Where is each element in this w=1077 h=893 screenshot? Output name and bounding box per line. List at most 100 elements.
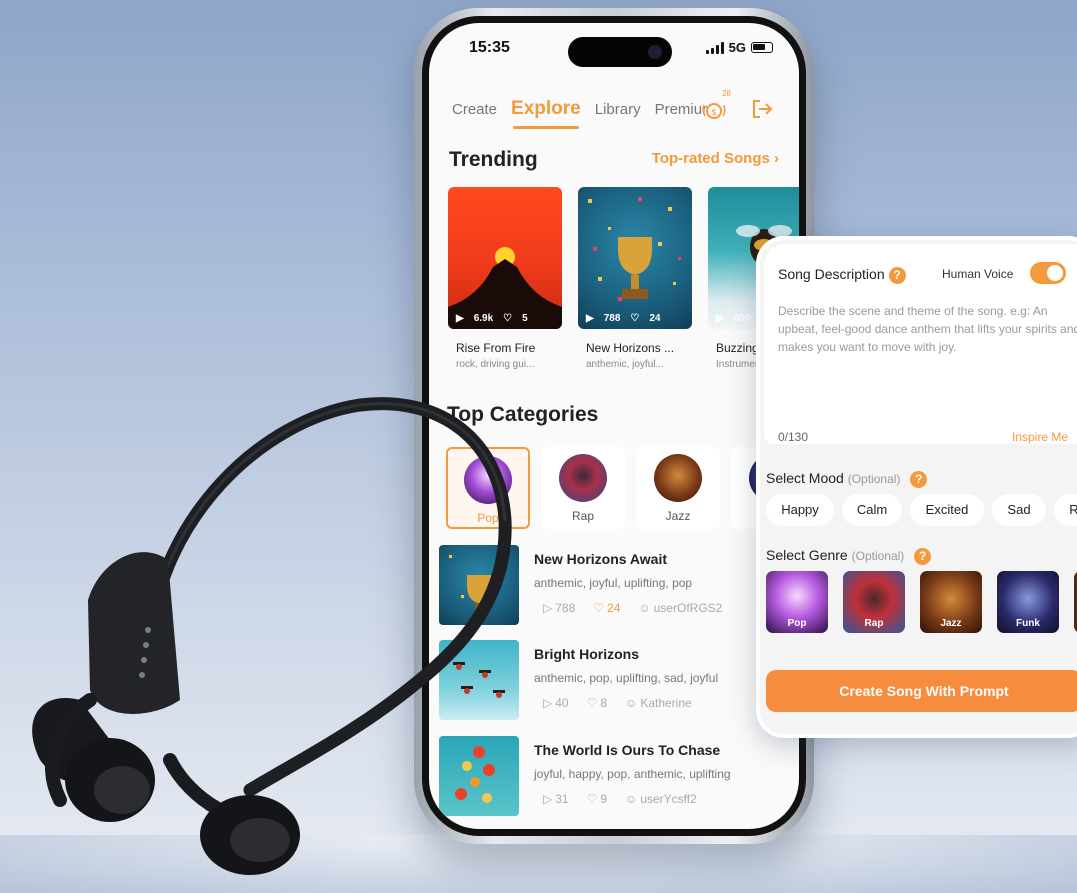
inspire-me-link[interactable]: Inspire Me: [1012, 430, 1068, 444]
genre-tile-rap[interactable]: Rap: [843, 571, 905, 633]
trending-card[interactable]: ▶ 6.9k ♡ 5 Rise From Fire rock, driving gui…: [448, 187, 562, 373]
category-image: [559, 454, 607, 502]
play-icon: ▶: [586, 313, 594, 324]
network-label: 5G: [728, 40, 746, 55]
song-plays-value: 40: [555, 696, 569, 710]
help-icon[interactable]: ?: [910, 470, 928, 488]
mood-label-text: Select Mood: [766, 470, 844, 486]
mood-chip-calm[interactable]: Calm: [842, 494, 902, 526]
top-rated-link[interactable]: Top-rated Songs ›: [652, 150, 779, 167]
heart-icon: ♡: [630, 313, 640, 324]
genre-tile-jazz[interactable]: Jazz: [920, 571, 982, 633]
mood-chip-sad[interactable]: Sad: [992, 494, 1046, 526]
song-likes-value: 24: [607, 601, 621, 615]
genre-label-text: Funk: [1016, 618, 1040, 629]
create-song-button[interactable]: Create Song With Prompt: [766, 670, 1077, 712]
chevron-right-icon: ›: [774, 150, 779, 167]
character-counter: 0/130: [778, 430, 809, 444]
trending-card-title: New Horizons ...: [586, 341, 675, 355]
trending-card-tags: anthemic, joyful...: [586, 359, 664, 370]
song-title: Bright Horizons: [534, 646, 639, 662]
trending-plays: 6.9k: [473, 313, 494, 324]
trending-likes: 5: [522, 313, 528, 324]
song-row[interactable]: New Horizons Await anthemic, joyful, upl…: [439, 545, 799, 625]
trending-plays: 600: [733, 313, 751, 324]
genre-tile-pop[interactable]: Pop: [766, 571, 828, 633]
category-label: Pop: [477, 511, 499, 525]
song-user[interactable]: ☺ userYcsff2: [625, 792, 697, 806]
status-indicators: 5G: [705, 40, 773, 55]
song-tags: anthemic, joyful, uplifting, pop: [534, 576, 693, 590]
coins-icon[interactable]: $: [701, 97, 727, 121]
mood-label: Select Mood (Optional) ?: [766, 470, 928, 488]
help-icon[interactable]: ?: [914, 547, 932, 565]
heart-icon: ♡: [586, 792, 598, 806]
song-title: The World Is Ours To Chase: [534, 742, 721, 758]
dynamic-island: [568, 37, 672, 67]
category-rap[interactable]: Rap: [541, 447, 625, 529]
song-user[interactable]: ☺ Katherine: [625, 696, 692, 710]
app-screen: 15:35 5G Create Explore Library Premiur …: [429, 23, 799, 829]
category-jazz[interactable]: Jazz: [636, 447, 720, 529]
mood-chip-excited[interactable]: Excited: [910, 494, 984, 526]
song-description-input[interactable]: [778, 302, 1077, 412]
category-image: [464, 456, 512, 504]
song-plays: ▷ 788: [543, 601, 575, 615]
song-likes[interactable]: ♡ 24: [593, 601, 620, 615]
mood-optional: (Optional): [847, 472, 901, 486]
tab-explore[interactable]: Explore: [511, 98, 581, 129]
song-plays-value: 788: [555, 601, 576, 615]
genre-optional: (Optional): [851, 549, 905, 563]
human-voice-label: Human Voice: [942, 267, 1014, 281]
song-user-value: userYcsff2: [640, 792, 697, 806]
song-user[interactable]: ☺ userOfRGS2: [638, 601, 722, 615]
song-plays: ▷ 40: [543, 696, 569, 710]
heart-icon: ♡: [503, 313, 513, 324]
genre-tile-funk[interactable]: Funk: [997, 571, 1059, 633]
play-icon: ▶: [456, 313, 464, 324]
song-row[interactable]: The World Is Ours To Chase joyful, happy…: [439, 736, 799, 816]
genre-label: Select Genre (Optional) ?: [766, 547, 932, 565]
trending-plays: 788: [603, 313, 621, 324]
trending-card-tags: rock, driving gui...: [456, 359, 535, 370]
genre-label-text: Jazz: [940, 618, 962, 629]
user-icon: ☺: [638, 601, 651, 615]
tab-create[interactable]: Create: [452, 101, 497, 118]
help-icon[interactable]: ?: [888, 266, 906, 284]
description-card: Song Description ? Human Voice 0/130 Ins…: [764, 244, 1077, 444]
song-title: New Horizons Await: [534, 551, 668, 567]
create-song-panel: Song Description ? Human Voice 0/130 Ins…: [756, 236, 1077, 738]
song-tags: anthemic, pop, uplifting, sad, joyful: [534, 671, 719, 685]
battery-icon: [751, 42, 773, 53]
mood-chip-happy[interactable]: Happy: [766, 494, 834, 526]
category-pop[interactable]: Pop: [446, 447, 530, 529]
trending-cover: ▶ 788 ♡ 24: [578, 187, 692, 329]
song-row[interactable]: Bright Horizons anthemic, pop, uplifting…: [439, 640, 799, 720]
song-likes-value: 9: [600, 792, 608, 806]
song-cover: [439, 545, 519, 625]
play-circle-icon: ▷: [543, 696, 553, 710]
song-plays: ▷ 31: [543, 792, 569, 806]
song-cover: [439, 736, 519, 816]
tab-library[interactable]: Library: [595, 101, 641, 118]
mood-chip-more[interactable]: R: [1054, 494, 1077, 526]
song-likes[interactable]: ♡ 9: [587, 792, 607, 806]
signal-icon: [705, 41, 724, 54]
human-voice-toggle[interactable]: [1030, 262, 1066, 284]
genre-label-text: Select Genre: [766, 547, 848, 563]
description-label-text: Song Description: [778, 266, 885, 282]
play-icon: ▶: [716, 313, 724, 324]
song-user-value: Katherine: [640, 696, 692, 710]
play-circle-icon: ▷: [543, 792, 553, 806]
trending-likes: 24: [649, 313, 661, 324]
trending-card[interactable]: ▶ 788 ♡ 24 New Horizons ... anthemic, joyfu…: [578, 187, 692, 373]
genre-label-text: Rap: [864, 618, 884, 629]
status-time: 15:35: [469, 39, 510, 56]
song-likes[interactable]: ♡ 8: [587, 696, 607, 710]
category-label: Jazz: [665, 509, 691, 523]
song-cover: [439, 640, 519, 720]
song-tags: joyful, happy, pop, anthemic, uplifting: [534, 767, 731, 781]
trending-cover: ▶ 6.9k ♡ 5: [448, 187, 562, 329]
logout-icon[interactable]: [751, 99, 773, 119]
description-label: Song Description ?: [778, 266, 906, 284]
